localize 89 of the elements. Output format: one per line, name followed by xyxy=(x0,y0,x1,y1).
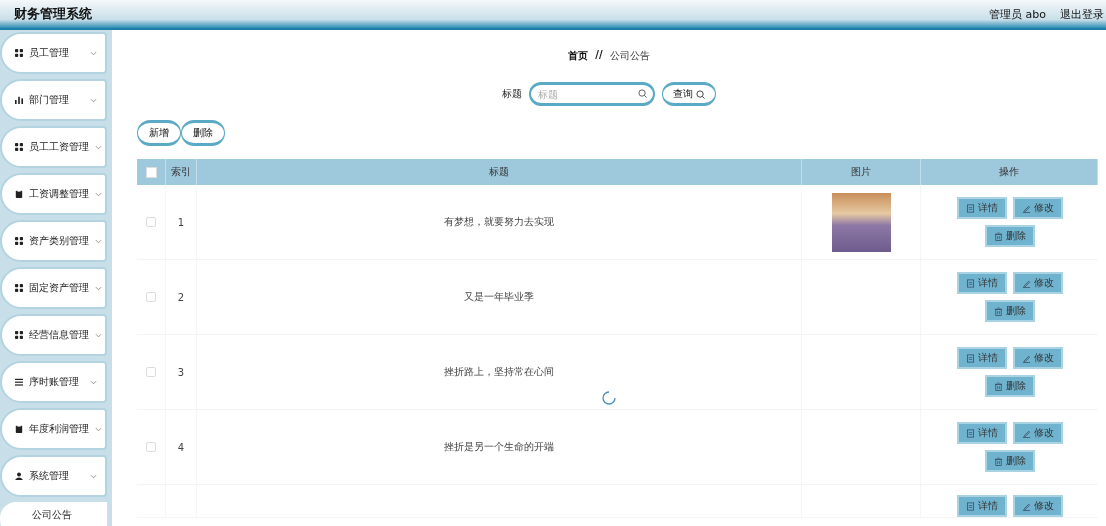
grid-icon xyxy=(15,284,23,292)
edit-button[interactable]: 修改 xyxy=(1012,422,1063,444)
delete-button[interactable]: 删除 xyxy=(984,375,1035,397)
menu-item[interactable]: 经营信息管理 xyxy=(0,314,107,356)
table-cell: 2 xyxy=(177,291,185,303)
menu-item[interactable]: 系统管理 xyxy=(0,455,107,497)
clipboard-icon xyxy=(15,190,23,198)
search-label: 标题 xyxy=(502,87,522,101)
trash-icon xyxy=(993,456,1003,466)
chevron-down-icon xyxy=(90,97,97,103)
details-button[interactable]: 详情 xyxy=(956,272,1007,294)
clipboard-icon xyxy=(15,425,23,433)
grid-icon xyxy=(15,237,23,245)
delete-button[interactable]: 删除 xyxy=(984,450,1035,472)
chevron-down-icon xyxy=(95,332,102,338)
row-checkbox[interactable] xyxy=(146,442,156,452)
breadcrumb-separator: // xyxy=(595,49,603,62)
column-header: 操作 xyxy=(921,159,1098,185)
row-checkbox[interactable] xyxy=(146,292,156,302)
submenu-item[interactable]: 公司公告 xyxy=(0,502,107,526)
trash-icon xyxy=(993,381,1003,391)
document-icon xyxy=(965,278,975,288)
delete-button[interactable]: 删除 xyxy=(984,225,1035,247)
table-cell: 又是一年毕业季 xyxy=(464,290,534,304)
chevron-down-icon xyxy=(90,473,97,479)
document-icon xyxy=(965,501,975,511)
document-icon xyxy=(965,203,975,213)
menu-item[interactable]: 工资调整管理 xyxy=(0,173,107,215)
edit-button[interactable]: 修改 xyxy=(1012,272,1063,294)
select-all-checkbox[interactable] xyxy=(145,166,157,178)
chevron-down-icon xyxy=(95,426,102,432)
pen-icon xyxy=(1021,501,1031,511)
table-cell: 有梦想，就要努力去实现 xyxy=(444,215,554,229)
chevron-down-icon xyxy=(90,50,97,56)
chevron-down-icon xyxy=(95,285,102,291)
menu-item[interactable]: 部门管理 xyxy=(0,79,107,121)
search-icon xyxy=(696,89,705,99)
details-button[interactable]: 详情 xyxy=(956,197,1007,219)
row-checkbox[interactable] xyxy=(146,217,156,227)
edit-button[interactable]: 修改 xyxy=(1012,347,1063,369)
chevron-down-icon xyxy=(95,191,102,197)
details-button[interactable]: 详情 xyxy=(956,495,1007,517)
document-icon xyxy=(965,428,975,438)
pen-icon xyxy=(1021,278,1031,288)
column-header: 标题 xyxy=(197,159,802,185)
bar-chart-icon xyxy=(15,96,23,104)
table-cell: 挫折是另一个生命的开端 xyxy=(444,440,554,454)
menu-item[interactable]: 序时账管理 xyxy=(0,361,107,403)
breadcrumb-home[interactable]: 首页 xyxy=(568,49,589,63)
details-button[interactable]: 详情 xyxy=(956,347,1007,369)
search-field[interactable]: 标题 xyxy=(529,82,655,106)
table-cell: 1 xyxy=(177,216,185,228)
menu-item[interactable]: 员工管理 xyxy=(0,32,107,74)
delete-button[interactable]: 删除 xyxy=(984,300,1035,322)
list-icon xyxy=(15,378,23,386)
delete-button[interactable]: 删除 xyxy=(181,120,225,146)
details-button[interactable]: 详情 xyxy=(956,422,1007,444)
trash-icon xyxy=(993,231,1003,241)
table-cell: 挫折路上，坚持常在心间 xyxy=(444,365,554,379)
add-button[interactable]: 新增 xyxy=(137,120,181,146)
grid-icon xyxy=(15,49,23,57)
pen-icon xyxy=(1021,428,1031,438)
grid-icon xyxy=(15,143,23,151)
chevron-down-icon xyxy=(95,238,102,244)
chevron-down-icon xyxy=(90,379,97,385)
grid-icon xyxy=(15,331,23,339)
query-button[interactable]: 查询 xyxy=(662,82,716,106)
app-title: 财务管理系统 xyxy=(14,5,92,23)
logout-link[interactable]: 退出登录 xyxy=(1060,6,1104,22)
table-cell: 4 xyxy=(177,441,185,453)
document-icon xyxy=(965,353,975,363)
pen-icon xyxy=(1021,353,1031,363)
row-checkbox[interactable] xyxy=(146,367,156,377)
column-header: 图片 xyxy=(802,159,921,185)
table-cell: 3 xyxy=(177,366,185,378)
breadcrumb-current: 公司公告 xyxy=(609,49,650,63)
user-name: 管理员 abo xyxy=(989,6,1046,22)
edit-button[interactable]: 修改 xyxy=(1012,495,1063,517)
pen-icon xyxy=(1021,203,1031,213)
menu-item[interactable]: 资产类别管理 xyxy=(0,220,107,262)
menu-item[interactable]: 员工工资管理 xyxy=(0,126,107,168)
menu-item[interactable]: 固定资产管理 xyxy=(0,267,107,309)
edit-button[interactable]: 修改 xyxy=(1012,197,1063,219)
column-header: 索引 xyxy=(166,159,197,185)
chevron-down-icon xyxy=(95,144,102,150)
person-icon xyxy=(15,472,23,480)
menu-item[interactable]: 年度利润管理 xyxy=(0,408,107,450)
trash-icon xyxy=(993,306,1003,316)
search-icon xyxy=(638,89,647,98)
